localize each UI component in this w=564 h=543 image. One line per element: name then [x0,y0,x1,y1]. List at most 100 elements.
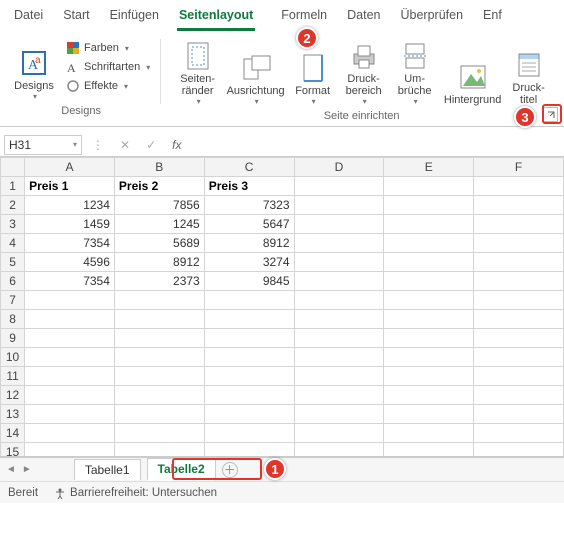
cell[interactable]: 1459 [25,215,115,234]
cell[interactable] [474,234,564,253]
cell[interactable] [474,386,564,405]
cell[interactable] [384,386,474,405]
fonts-button[interactable]: A Schriftarten [62,58,154,76]
sheet-tab-2[interactable]: Tabelle2 [147,458,216,481]
row-header[interactable]: 12 [1,386,25,405]
cell[interactable] [114,310,204,329]
cell[interactable]: 4596 [25,253,115,272]
cell[interactable] [25,424,115,443]
cell[interactable]: Preis 1 [25,177,115,196]
cell[interactable] [294,196,384,215]
cell[interactable] [384,272,474,291]
row-header[interactable]: 7 [1,291,25,310]
cell[interactable] [294,272,384,291]
status-accessibility[interactable]: Barrierefreiheit: Untersuchen [54,487,217,499]
cell[interactable]: 3274 [204,253,294,272]
print-titles-button[interactable]: Druck- titel [507,37,551,108]
cell[interactable] [294,310,384,329]
row-header[interactable]: 4 [1,234,25,253]
cell[interactable] [294,405,384,424]
sheet-tab-1[interactable]: Tabelle1 [74,459,141,480]
cell[interactable] [474,443,564,458]
cell[interactable] [474,348,564,367]
cell[interactable] [204,424,294,443]
col-header[interactable]: E [384,158,474,177]
row-header[interactable]: 10 [1,348,25,367]
cell[interactable] [384,177,474,196]
cell[interactable] [384,329,474,348]
cell[interactable] [204,310,294,329]
cell[interactable] [25,405,115,424]
cell[interactable] [474,196,564,215]
name-box[interactable]: H31 [4,135,82,155]
row-header[interactable]: 8 [1,310,25,329]
cell[interactable]: Preis 3 [204,177,294,196]
cell[interactable] [384,310,474,329]
sheet-nav-next-icon[interactable]: ► [22,464,32,475]
col-header[interactable]: D [294,158,384,177]
cell[interactable] [25,348,115,367]
col-header[interactable]: B [114,158,204,177]
cell[interactable]: 8912 [204,234,294,253]
cell[interactable] [384,234,474,253]
colors-button[interactable]: Farben [62,39,154,57]
cell[interactable]: 5689 [114,234,204,253]
row-header[interactable]: 2 [1,196,25,215]
cell[interactable] [114,443,204,458]
cell[interactable]: 7354 [25,272,115,291]
spreadsheet-grid[interactable]: ABCDEF1Preis 1Preis 2Preis 3212347856732… [0,157,564,457]
cell[interactable]: 7856 [114,196,204,215]
cell[interactable] [25,443,115,458]
fx-icon[interactable]: fx [166,138,187,152]
cell[interactable] [384,253,474,272]
tab-more[interactable]: Enf [481,4,504,31]
cell[interactable]: 1245 [114,215,204,234]
background-button[interactable]: Hintergrund [441,37,505,108]
cell[interactable] [384,367,474,386]
cell[interactable] [204,329,294,348]
tab-file[interactable]: Datei [12,4,45,31]
cell[interactable] [25,310,115,329]
cell[interactable] [474,272,564,291]
row-header[interactable]: 6 [1,272,25,291]
size-button[interactable]: Format [289,37,337,108]
sheet-nav[interactable]: ◄► [6,464,32,475]
cell[interactable] [294,424,384,443]
cell[interactable] [474,253,564,272]
themes-button[interactable]: Aa Designs [8,37,60,103]
cell[interactable] [114,329,204,348]
cell[interactable] [25,386,115,405]
row-header[interactable]: 15 [1,443,25,458]
cell[interactable] [114,424,204,443]
effects-button[interactable]: Effekte [62,77,154,95]
row-header[interactable]: 11 [1,367,25,386]
cell[interactable] [474,310,564,329]
cell[interactable] [114,291,204,310]
cell[interactable]: Preis 2 [114,177,204,196]
cell[interactable] [294,177,384,196]
cell[interactable] [294,386,384,405]
row-header[interactable]: 5 [1,253,25,272]
cell[interactable] [384,443,474,458]
cell[interactable] [204,405,294,424]
cancel-icon[interactable]: ✕ [114,138,136,152]
cell[interactable]: 9845 [204,272,294,291]
cell[interactable] [474,329,564,348]
cell[interactable] [384,215,474,234]
cell[interactable]: 7354 [25,234,115,253]
margins-button[interactable]: Seiten- ränder [173,37,223,108]
col-header[interactable]: A [25,158,115,177]
sheet-nav-prev-icon[interactable]: ◄ [6,464,16,475]
col-header[interactable]: C [204,158,294,177]
row-header[interactable]: 9 [1,329,25,348]
col-header[interactable]: F [474,158,564,177]
cell[interactable]: 5647 [204,215,294,234]
cell[interactable] [294,253,384,272]
tab-home[interactable]: Start [61,4,91,31]
cell[interactable] [294,443,384,458]
cell[interactable] [25,367,115,386]
cell[interactable] [474,215,564,234]
row-header[interactable]: 13 [1,405,25,424]
cell[interactable] [114,348,204,367]
cell[interactable] [204,348,294,367]
